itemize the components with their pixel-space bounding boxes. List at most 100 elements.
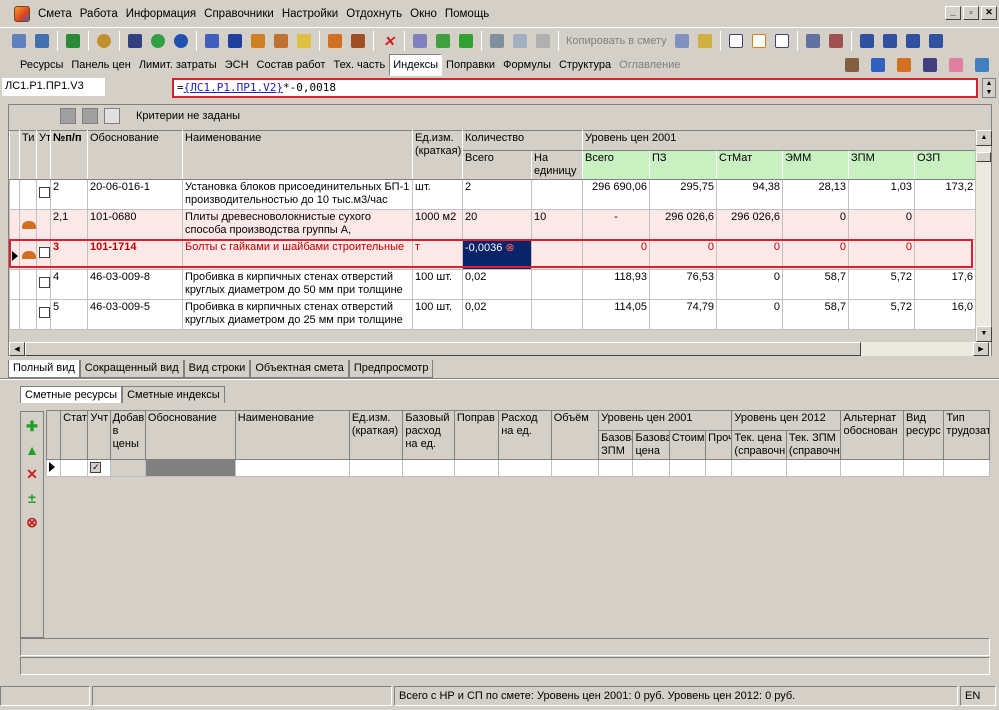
tab-work-composition[interactable]: Состав работ (253, 54, 330, 76)
row-cur-price[interactable] (731, 459, 787, 477)
menu-smeta[interactable]: Смета (34, 0, 76, 28)
cur-price-header[interactable]: Тек. цена (справочн (731, 430, 787, 460)
row-base-price[interactable] (632, 459, 670, 477)
row-counted[interactable]: ✓ (87, 459, 111, 477)
esn-icon[interactable] (224, 30, 246, 52)
menu-help[interactable]: Помощь (441, 0, 493, 28)
tab-full-view[interactable]: Полный вид (8, 360, 80, 378)
row-res-type[interactable] (903, 459, 945, 477)
qty-per-unit-header[interactable]: На единицу (530, 150, 584, 180)
delete-icon[interactable]: ✕ (378, 30, 400, 52)
table-row[interactable]: 4 46-03-009-8 Пробивка в кирпичных стена… (9, 269, 977, 300)
status-header[interactable]: Стат (60, 410, 89, 460)
hscroll-thumb[interactable] (25, 342, 861, 356)
table-row[interactable]: 2 20-06-016-1 Установка блоков присоедин… (9, 179, 977, 210)
row-alt-basis[interactable] (840, 459, 905, 477)
copy-icon[interactable] (509, 30, 531, 52)
refresh-icon[interactable] (147, 30, 169, 52)
search-icon[interactable] (93, 30, 115, 52)
counted-checkbox[interactable] (39, 187, 50, 198)
tools-icon[interactable] (347, 30, 369, 52)
row-unit[interactable]: шт. (412, 179, 463, 210)
car-icon[interactable] (919, 54, 941, 76)
row-unit[interactable]: 100 шт. (412, 299, 463, 330)
clipboard-icon[interactable] (694, 30, 716, 52)
row-basis[interactable]: 101-0680 (87, 209, 183, 240)
section-icon[interactable] (748, 30, 770, 52)
menu-info[interactable]: Информация (122, 0, 200, 28)
row-other[interactable] (705, 459, 733, 477)
table-row[interactable]: ✓ (45, 459, 990, 477)
add-resource-icon[interactable]: ✚ (22, 416, 42, 436)
row-per-unit[interactable] (530, 179, 584, 210)
row-per-unit[interactable]: 10 (530, 209, 584, 240)
row-per-unit[interactable] (530, 299, 584, 330)
menu-work[interactable]: Работа (76, 0, 122, 28)
tab-price-panel[interactable]: Панель цен (67, 54, 134, 76)
resources-icon[interactable] (247, 30, 269, 52)
minimize-button[interactable]: _ (945, 6, 961, 20)
scroll-right-button[interactable]: ▶ (973, 342, 989, 356)
labor-type-header[interactable]: Тип трудозат (943, 410, 990, 460)
outdent-icon[interactable] (879, 30, 901, 52)
name-header[interactable]: Наименование (182, 130, 413, 180)
row-cur-zpm[interactable] (785, 459, 842, 477)
filter-down-icon[interactable] (82, 108, 98, 124)
row-basis[interactable]: 101-1714 (87, 239, 183, 270)
counted-header[interactable]: Ут (36, 130, 51, 180)
vertical-scrollbar[interactable]: ▲ ▼ (975, 130, 992, 342)
row-per-unit[interactable] (530, 269, 584, 300)
tab-resources[interactable]: Ресурсы (16, 54, 67, 76)
scroll-thumb[interactable] (976, 152, 991, 162)
tree-add-icon[interactable] (31, 30, 53, 52)
pr-icon[interactable] (771, 30, 793, 52)
row-per-unit[interactable] (530, 239, 584, 270)
row-unit[interactable] (348, 459, 404, 477)
tab-limit-costs[interactable]: Лимит. затраты (135, 54, 221, 76)
paste-icon[interactable] (532, 30, 554, 52)
formula-input[interactable]: ={ЛС1.Р1.ПР1.V2}*-0,0018 (172, 78, 978, 98)
scroll-left-button[interactable]: ◀ (9, 342, 25, 356)
tab-formulas[interactable]: Формулы (499, 54, 555, 76)
row-correction[interactable] (453, 459, 500, 477)
rate-header[interactable]: Расход на ед. (498, 410, 552, 460)
clear-icon[interactable]: ⊗ (505, 242, 514, 254)
filter-up-icon[interactable] (60, 108, 76, 124)
pz-header[interactable]: ПЗ (649, 150, 718, 180)
splitter[interactable] (0, 378, 999, 380)
tab-corrections[interactable]: Поправки (442, 54, 499, 76)
structure-icon[interactable] (802, 30, 824, 52)
row-counted[interactable] (36, 299, 51, 330)
table-row-selected[interactable]: 3 101-1714 Болты с гайками и шайбами стр… (9, 239, 977, 270)
app-logo-icon[interactable] (14, 5, 30, 22)
copy-all-icon[interactable] (671, 30, 693, 52)
tab-row-view[interactable]: Вид строки (183, 360, 251, 378)
zpm-header[interactable]: ЗПМ (848, 150, 916, 180)
row-base-rate[interactable] (402, 459, 455, 477)
counted-checkbox[interactable] (39, 277, 50, 288)
price-total-header[interactable]: Всего (582, 150, 651, 180)
move-up-icon[interactable]: ▲ (22, 440, 42, 460)
ls-icon[interactable] (725, 30, 747, 52)
unit-header[interactable]: Ед.изм. (краткая) (348, 410, 404, 460)
save-icon[interactable] (124, 30, 146, 52)
row-unit[interactable]: 1000 м2 (412, 209, 463, 240)
menu-window[interactable]: Окно (406, 0, 441, 28)
add-row-icon[interactable] (432, 30, 454, 52)
row-name[interactable]: Пробивка в кирпичных стенах отверстий кр… (182, 299, 413, 330)
tab-structure[interactable]: Структура (555, 54, 615, 76)
delete-resource-icon[interactable]: ✕ (22, 464, 42, 484)
row-base-zpm[interactable] (598, 459, 634, 477)
tab-estimate-resources[interactable]: Сметные ресурсы (20, 386, 123, 403)
move-up-icon[interactable] (455, 30, 477, 52)
emm-header[interactable]: ЭММ (782, 150, 850, 180)
row-qty[interactable]: 0,02 (462, 269, 532, 300)
bricks-icon[interactable] (270, 30, 292, 52)
material-icon[interactable] (324, 30, 346, 52)
copy-to-estimate-button[interactable]: Копировать в смету (563, 35, 670, 47)
row-rate[interactable] (498, 459, 552, 477)
exclude-icon[interactable]: ⊗ (22, 512, 42, 532)
tab-tech-part[interactable]: Тех. часть (329, 54, 389, 76)
align-icon[interactable] (902, 30, 924, 52)
tab-esn[interactable]: ЭСН (221, 54, 253, 76)
